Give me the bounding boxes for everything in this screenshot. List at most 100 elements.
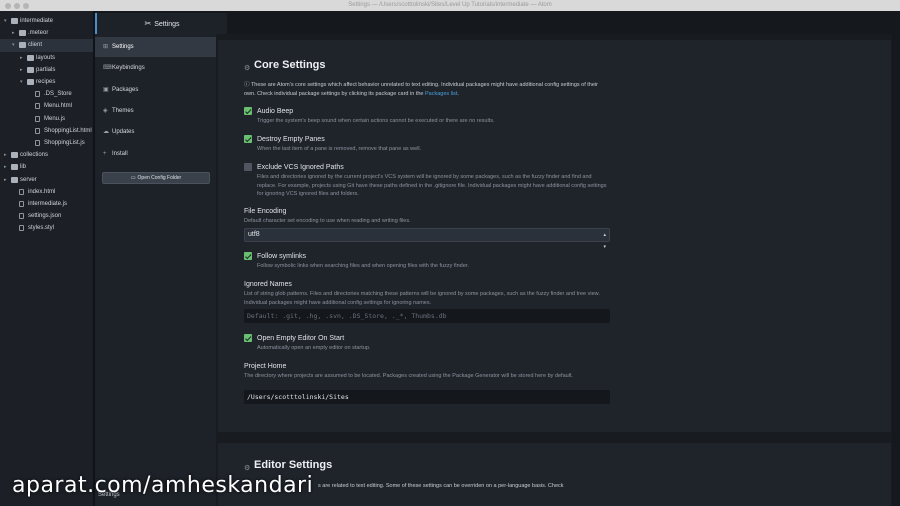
menu-item-keybindings[interactable]: ⌨Keybindings bbox=[95, 58, 216, 78]
intro-end: . bbox=[457, 90, 459, 97]
window-titlebar: Settings — /Users/scotttolinski/Sites/Le… bbox=[0, 0, 900, 11]
menu-item-themes[interactable]: ◈ Themes bbox=[95, 101, 216, 121]
file-encoding-label: File Encoding bbox=[244, 208, 287, 215]
destroy-empty-panes-checkbox[interactable] bbox=[244, 135, 252, 143]
file-icon bbox=[19, 225, 24, 232]
tree-file[interactable]: Menu.html bbox=[0, 100, 93, 112]
tree-folder[interactable]: ▾ intermediate bbox=[0, 15, 93, 27]
open-empty-editor-label[interactable]: Open Empty Editor On Start bbox=[257, 335, 344, 342]
folder-icon bbox=[11, 152, 18, 159]
tree-item-label: lib bbox=[20, 164, 27, 171]
gear-icon: ⚙ bbox=[244, 465, 251, 472]
tree-file[interactable]: settings.json bbox=[0, 210, 93, 222]
chevron-right-icon[interactable]: ▸ bbox=[4, 161, 7, 173]
tree-folder[interactable]: ▸ server bbox=[0, 174, 93, 186]
follow-symlinks-checkbox[interactable] bbox=[244, 252, 252, 260]
file-icon bbox=[19, 188, 24, 195]
tree-item-label: collections bbox=[20, 152, 49, 159]
exclude-vcs-label[interactable]: Exclude VCS Ignored Paths bbox=[257, 164, 344, 171]
ignored-names-input[interactable]: Default: .git, .hg, .svn, .DS_Store, ._*… bbox=[244, 309, 610, 323]
tree-folder[interactable]: ▾ recipes bbox=[0, 76, 93, 88]
section-description: s are related to text editing. Some of t… bbox=[318, 483, 564, 489]
chevron-right-icon[interactable]: ▸ bbox=[20, 64, 23, 76]
tree-folder[interactable]: ▾ client bbox=[0, 39, 93, 52]
tree-folder[interactable]: ▸ .meteor bbox=[0, 27, 93, 39]
chevron-right-icon[interactable]: ▸ bbox=[4, 174, 7, 186]
tree-item-label: settings.json bbox=[28, 213, 62, 220]
gear-icon: ⚙ bbox=[244, 65, 251, 72]
tree-view: ▾ intermediate ▸ .meteor ▾ client ▸ layouts ▸ par… bbox=[0, 11, 94, 506]
file-icon bbox=[35, 140, 40, 146]
file-icon bbox=[19, 213, 24, 220]
tree-file[interactable]: .DS_Store bbox=[0, 88, 93, 100]
file-encoding-select[interactable]: utf8 ▴ ▾ bbox=[244, 228, 610, 250]
menu-item-packages[interactable]: ▣ Packages bbox=[95, 80, 216, 100]
menu-item-label: Packages bbox=[112, 86, 139, 93]
tab-settings[interactable]: ✂ Settings bbox=[95, 13, 227, 34]
chevron-right-icon[interactable]: ▸ bbox=[12, 27, 15, 39]
chevron-down-icon[interactable]: ▾ bbox=[20, 76, 23, 88]
audio-beep-checkbox[interactable] bbox=[244, 107, 252, 115]
keyboard-icon: ⌨ bbox=[103, 65, 112, 72]
package-icon: ▣ bbox=[103, 86, 109, 93]
settings-scrollbar[interactable] bbox=[892, 34, 900, 506]
tree-item-label: Menu.html bbox=[44, 103, 73, 110]
tree-file[interactable]: ShoppingList.html bbox=[0, 125, 93, 137]
tree-item-label: server bbox=[20, 176, 37, 183]
chevron-right-icon[interactable]: ▸ bbox=[4, 149, 7, 161]
audio-beep-label[interactable]: Audio Beep bbox=[257, 108, 293, 115]
tab-label: Settings bbox=[154, 21, 180, 28]
open-config-folder-button[interactable]: ▭ Open Config Folder bbox=[102, 172, 210, 184]
folder-icon bbox=[27, 54, 34, 61]
tree-folder[interactable]: ▸ partials bbox=[0, 64, 93, 76]
tree-file[interactable]: Menu.js bbox=[0, 113, 93, 125]
window-title: Settings — /Users/scotttolinski/Sites/Le… bbox=[348, 2, 552, 8]
section-title: Core Settings bbox=[254, 59, 326, 71]
tree-folder[interactable]: ▸ lib bbox=[0, 161, 93, 173]
section-description: ⓘ These are Atom's core settings which a… bbox=[244, 81, 604, 98]
chevron-right-icon[interactable]: ▸ bbox=[20, 52, 23, 64]
file-icon bbox=[35, 127, 40, 134]
folder-icon bbox=[11, 176, 18, 183]
editor-settings-section: ⚙ Editor Settings s are related to text … bbox=[218, 443, 891, 506]
destroy-empty-panes-label[interactable]: Destroy Empty Panes bbox=[257, 136, 325, 143]
folder-icon bbox=[11, 164, 18, 171]
menu-item-settings[interactable]: ⊞ Settings bbox=[95, 37, 216, 57]
folder-icon bbox=[27, 79, 34, 85]
tree-folder[interactable]: ▸ layouts bbox=[0, 52, 93, 64]
close-window-button[interactable] bbox=[5, 3, 11, 9]
audio-beep-description: Trigger the system's beep sound when cer… bbox=[257, 118, 495, 124]
project-home-input[interactable]: /Users/scotttolinski/Sites bbox=[244, 390, 610, 404]
info-icon: ⓘ bbox=[244, 82, 251, 88]
menu-item-updates[interactable]: ☁ Updates bbox=[95, 122, 216, 142]
tree-file[interactable]: index.html bbox=[0, 186, 93, 198]
project-home-label: Project Home bbox=[244, 363, 287, 370]
tree-item-label: recipes bbox=[36, 79, 56, 85]
watermark: aparat.com/amheskandari bbox=[12, 473, 314, 498]
menu-item-label: Install bbox=[112, 150, 128, 157]
settings-panel: ⚙ Core Settings ⓘ These are Atom's core … bbox=[216, 34, 900, 506]
file-encoding-description: Default character set encoding to use wh… bbox=[244, 218, 411, 224]
file-directory-icon: ▭ bbox=[130, 175, 136, 181]
tree-file[interactable]: ShoppingList.js bbox=[0, 137, 93, 149]
tree-folder[interactable]: ▸ collections bbox=[0, 149, 93, 161]
minimize-window-button[interactable] bbox=[14, 3, 20, 9]
tree-file[interactable]: intermediate.js bbox=[0, 198, 93, 210]
follow-symlinks-label[interactable]: Follow symlinks bbox=[257, 253, 306, 260]
tree-item-label: .DS_Store bbox=[44, 91, 72, 98]
exclude-vcs-checkbox[interactable] bbox=[244, 163, 252, 171]
intro-text: These are Atom's core settings which aff… bbox=[244, 82, 598, 97]
tree-item-label: intermediate.js bbox=[28, 201, 68, 207]
menu-item-label: Updates bbox=[112, 129, 135, 136]
cloud-download-icon: ☁ bbox=[103, 129, 109, 136]
chevron-down-icon[interactable]: ▾ bbox=[4, 15, 7, 27]
zoom-window-button[interactable] bbox=[23, 3, 29, 9]
tree-file[interactable]: styles.styl bbox=[0, 222, 93, 234]
file-icon bbox=[35, 91, 40, 98]
tree-item-label: index.html bbox=[28, 188, 56, 195]
open-empty-editor-checkbox[interactable] bbox=[244, 334, 252, 342]
chevron-down-icon[interactable]: ▾ bbox=[12, 39, 15, 51]
menu-item-label: Settings bbox=[112, 44, 134, 50]
packages-list-link[interactable]: Packages list bbox=[425, 91, 457, 97]
menu-item-install[interactable]: + Install bbox=[95, 144, 216, 164]
